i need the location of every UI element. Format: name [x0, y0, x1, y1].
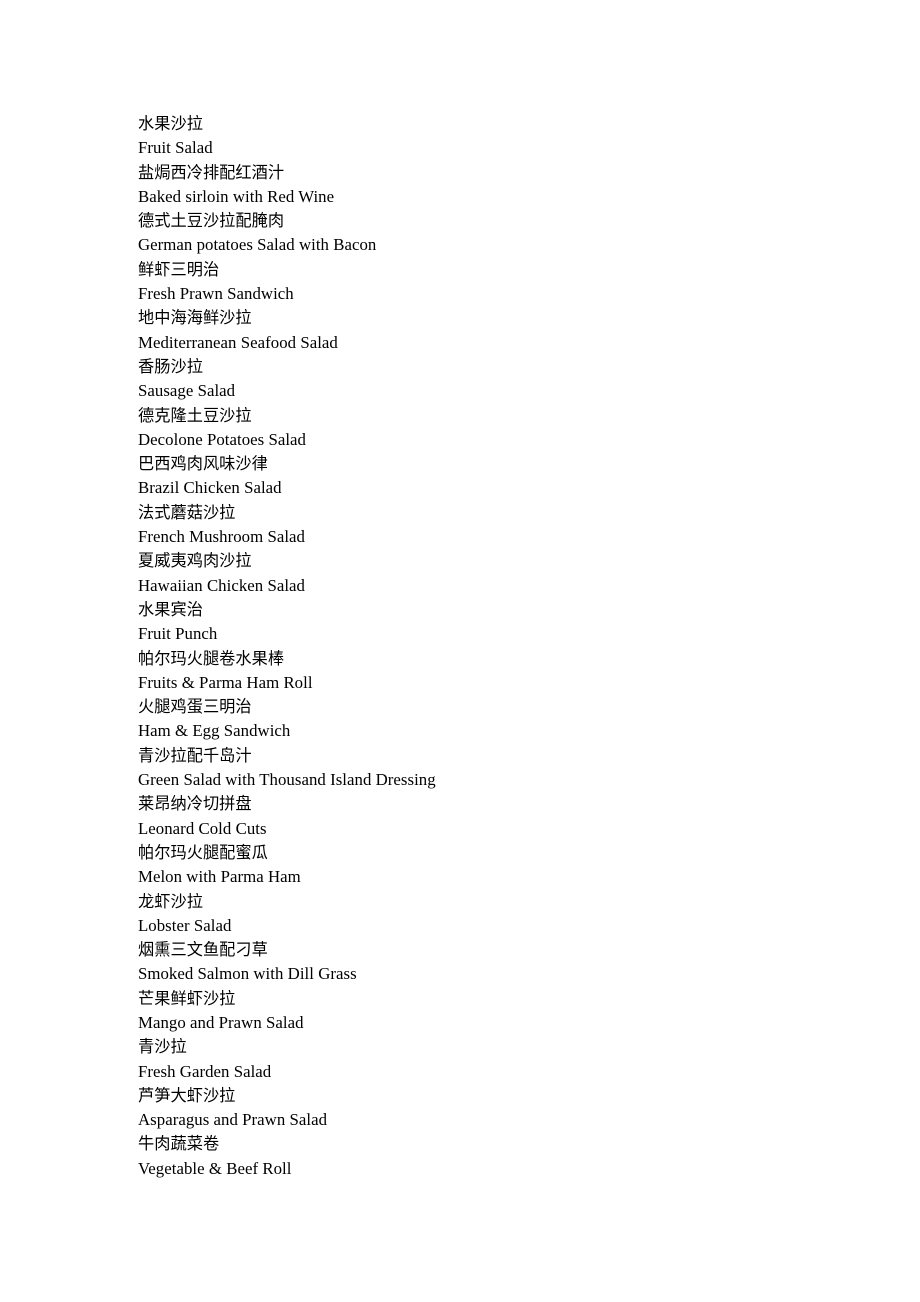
menu-item-name-zh: 地中海海鲜沙拉 [138, 309, 252, 328]
menu-item-name-en: German potatoes Salad with Bacon [138, 235, 377, 255]
menu-item-name-en: Leonard Cold Cuts [138, 818, 267, 838]
menu-item-name-en: Fresh Prawn Sandwich [138, 284, 294, 304]
menu-item-name-en: Smoked Salmon with Dill Grass [138, 964, 357, 984]
menu-item-name-en: Fruits & Parma Ham Roll [138, 672, 313, 692]
menu-item-name-en: Vegetable & Beef Roll [138, 1158, 292, 1178]
menu-item-name-en: Mango and Prawn Salad [138, 1012, 304, 1032]
menu-item-name-zh: 水果宾治 [138, 600, 203, 619]
menu-item-name-en: Fruit Salad [138, 138, 213, 158]
menu-item-name-en: Sausage Salad [138, 381, 236, 401]
menu-item-name-en: Brazil Chicken Salad [138, 478, 282, 498]
menu-item-name-en: Fruit Punch [138, 624, 218, 644]
menu-item-name-zh: 莱昂纳冷切拼盘 [138, 795, 252, 814]
menu-item-name-en: Ham & Egg Sandwich [138, 721, 291, 741]
menu-item-name-zh: 盐焗西冷排配红酒汁 [138, 163, 285, 182]
menu-item-name-zh: 法式蘑菇沙拉 [138, 503, 236, 522]
menu-item-name-zh: 鲜虾三明治 [138, 260, 220, 279]
menu-item-name-zh: 德式土豆沙拉配腌肉 [138, 212, 285, 231]
menu-item-name-zh: 青沙拉配千岛汁 [138, 746, 252, 765]
menu-item-name-en: Decolone Potatoes Salad [138, 429, 306, 449]
menu-item-name-zh: 龙虾沙拉 [138, 892, 203, 911]
menu-item-name-zh: 烟熏三文鱼配刁草 [138, 941, 268, 960]
menu-item-name-zh: 夏威夷鸡肉沙拉 [138, 552, 252, 571]
menu-item-name-zh: 德克隆土豆沙拉 [138, 406, 252, 425]
menu-item-name-en: Hawaiian Chicken Salad [138, 575, 305, 595]
menu-item-name-en: Asparagus and Prawn Salad [138, 1110, 328, 1130]
menu-item-list: 水果沙拉 Fruit Salad 盐焗西冷排配红酒汁 Baked sirloin wi… [138, 112, 838, 1181]
menu-item-name-zh: 牛肉蔬菜卷 [138, 1135, 220, 1154]
menu-item-name-zh: 帕尔玛火腿卷水果棒 [138, 649, 285, 668]
document-page: 水果沙拉 Fruit Salad 盐焗西冷排配红酒汁 Baked sirloin wi… [0, 0, 920, 1302]
menu-item-name-en: Melon with Parma Ham [138, 867, 301, 887]
menu-item-name-en: Lobster Salad [138, 915, 232, 935]
menu-item-name-zh: 水果沙拉 [138, 115, 203, 133]
menu-item-name-en: French Mushroom Salad [138, 527, 305, 547]
menu-item-name-zh: 巴西鸡肉风味沙律 [138, 455, 268, 474]
menu-item-name-zh: 芦笋大虾沙拉 [138, 1086, 236, 1105]
menu-item-name-en: Fresh Garden Salad [138, 1061, 272, 1081]
menu-item-name-en: Baked sirloin with Red Wine [138, 186, 335, 206]
menu-item-name-en: Green Salad with Thousand Island Dressin… [138, 770, 436, 790]
menu-item-name-en: Mediterranean Seafood Salad [138, 332, 338, 352]
menu-item-name-zh: 火腿鸡蛋三明治 [138, 698, 252, 717]
menu-item-name-zh: 青沙拉 [138, 1038, 187, 1057]
menu-item-name-zh: 芒果鲜虾沙拉 [138, 989, 236, 1008]
menu-item-name-zh: 香肠沙拉 [138, 357, 203, 376]
menu-item-name-zh: 帕尔玛火腿配蜜瓜 [138, 843, 268, 862]
